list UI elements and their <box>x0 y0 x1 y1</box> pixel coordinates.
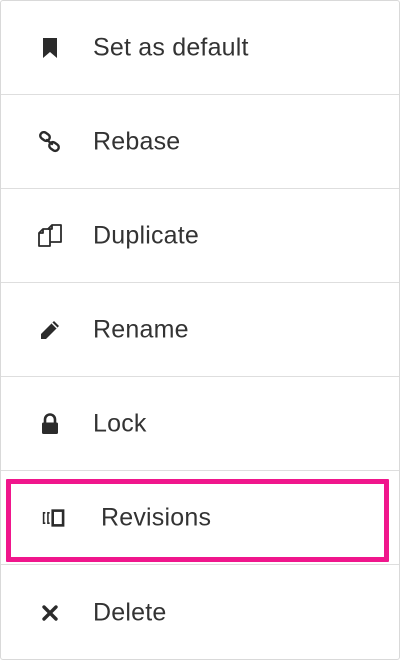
menu-item-delete[interactable]: Delete <box>1 565 399 660</box>
menu-item-revisions[interactable]: Revisions <box>1 471 399 565</box>
menu-item-label: Delete <box>93 598 167 626</box>
menu-item-rename[interactable]: Rename <box>1 283 399 377</box>
link-icon <box>37 129 63 155</box>
pencil-icon <box>37 317 63 343</box>
menu-item-label: Rename <box>93 315 189 343</box>
lock-icon <box>37 411 63 437</box>
duplicate-icon <box>37 223 63 249</box>
menu-item-duplicate[interactable]: Duplicate <box>1 189 399 283</box>
menu-item-set-as-default[interactable]: Set as default <box>1 1 399 95</box>
context-menu: Set as default Rebase Duplicate Rename L… <box>0 0 400 660</box>
revisions-icon <box>41 505 67 531</box>
close-icon <box>37 600 63 626</box>
bookmark-icon <box>37 35 63 61</box>
menu-item-label: Revisions <box>101 503 212 531</box>
menu-item-rebase[interactable]: Rebase <box>1 95 399 189</box>
menu-item-label: Duplicate <box>93 221 200 249</box>
menu-item-label: Lock <box>93 409 147 437</box>
menu-item-label: Rebase <box>93 127 181 155</box>
menu-item-label: Set as default <box>93 33 249 61</box>
menu-item-lock[interactable]: Lock <box>1 377 399 471</box>
